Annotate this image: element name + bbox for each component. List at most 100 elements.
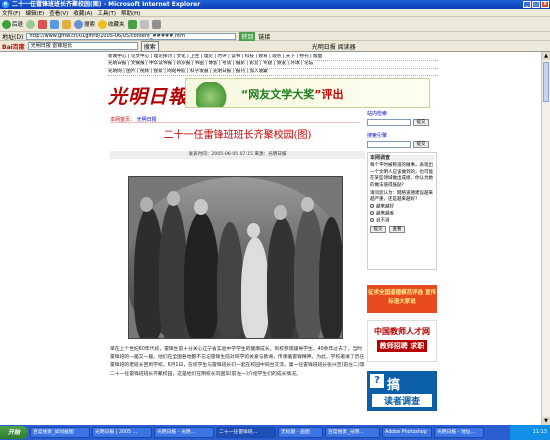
scroll-thumb[interactable] bbox=[543, 62, 549, 102]
nav-row[interactable]: 光明日报 | 文摘报 | 中华读书报 | 新京报 | 书画 | 博客 | 考试 … bbox=[108, 61, 438, 69]
question-mark-icon: ? bbox=[370, 374, 384, 388]
scroll-down-icon[interactable]: ▼ bbox=[542, 417, 550, 425]
close-button[interactable]: x bbox=[541, 1, 549, 8]
window-controls: _ □ x bbox=[523, 1, 549, 8]
site-search-submit[interactable]: 提交 bbox=[413, 119, 429, 126]
favorites-button[interactable]: 收藏夹 bbox=[98, 19, 125, 29]
top-navigation: 新闻中心 | 论文中心 | 理论探讨 | 文化 | 卫生 | 理论 | 时评 |… bbox=[108, 54, 438, 77]
back-button[interactable]: 后退 bbox=[2, 19, 23, 29]
links-button[interactable]: 链接 bbox=[258, 32, 270, 41]
taskbar-item[interactable]: 百度搜索_如何截图 bbox=[30, 427, 90, 438]
site-search-box: 站内检索 提交 bbox=[367, 110, 437, 126]
back-arrow-icon bbox=[2, 19, 11, 29]
baidu-search-input[interactable]: 光明日报 雷锋班长 bbox=[27, 42, 138, 50]
baidu-toolbar: Bai百度 光明日报 雷锋班长 搜索 光明日报 阅读器 bbox=[0, 40, 550, 52]
banner-ad[interactable]: “网友文学大奖”评出 bbox=[185, 78, 430, 108]
article-photo bbox=[128, 176, 343, 339]
mail-icon bbox=[139, 19, 149, 29]
menu-file[interactable]: 文件(F) bbox=[2, 9, 20, 17]
address-label: 地址(D) bbox=[2, 33, 24, 41]
taskbar-item[interactable]: 百度搜索_光明... bbox=[325, 427, 380, 438]
radio-icon[interactable] bbox=[370, 203, 374, 208]
nav-row[interactable]: 光明网 | 图片 | 视频 | 搜索 | 网站导航 | 科学发展 | 光明日报 … bbox=[108, 69, 438, 77]
history-icon bbox=[127, 19, 137, 29]
refresh-button[interactable] bbox=[50, 19, 60, 29]
go-button[interactable]: 转到 bbox=[239, 31, 256, 41]
home-icon bbox=[62, 19, 72, 29]
search-button[interactable]: 搜索 bbox=[74, 19, 95, 29]
survey-option[interactable]: 越来越好 bbox=[370, 203, 434, 211]
scroll-up-icon[interactable]: ▲ bbox=[542, 52, 550, 60]
survey-question: 请问您认为：网络道德建设越来越严重，还是越来越好？ bbox=[370, 191, 433, 203]
forward-button[interactable] bbox=[26, 19, 36, 29]
nav-row[interactable]: 新闻中心 | 论文中心 | 理论探讨 | 文化 | 卫生 | 理论 | 时评 |… bbox=[108, 54, 438, 62]
engine-search-box: 搜索引擎 提交 bbox=[367, 132, 437, 148]
site-search-input[interactable] bbox=[367, 119, 411, 126]
ad2-title: 中国教师人才网 bbox=[374, 326, 430, 336]
banner-text: “网友文学大奖”评出 bbox=[241, 88, 344, 101]
forward-arrow-icon bbox=[26, 19, 36, 29]
survey-submit-button[interactable]: 提交 bbox=[370, 225, 386, 233]
baidu-extra-link[interactable]: 光明日报 阅读器 bbox=[312, 42, 356, 51]
system-tray-clock[interactable]: 11:13 bbox=[510, 425, 550, 440]
menu-favorites[interactable]: 收藏(A) bbox=[73, 9, 92, 17]
survey-intro: 每个平时被称道的做事，表现出一个文明人应该做到的，也可能在某些领域做出成绩、你认… bbox=[370, 163, 433, 188]
history-button[interactable] bbox=[127, 19, 137, 29]
print-button[interactable] bbox=[151, 19, 161, 29]
taskbar-item[interactable]: Adobe Photoshop bbox=[382, 427, 432, 438]
taskbar: 开始 百度搜索_如何截图 光明日报 | 2005 ... 光明日报 - 光明..… bbox=[0, 425, 550, 440]
radio-icon[interactable] bbox=[370, 217, 374, 222]
search-icon bbox=[74, 19, 84, 29]
site-search-title: 站内检索 bbox=[367, 111, 388, 117]
article-headline: 二十一任雷锋班班长齐聚校园(图) bbox=[163, 130, 312, 141]
window-title: 二十一任雷锋班班长齐聚校园(图) - Microsoft Internet Ex… bbox=[12, 1, 201, 8]
engine-search-submit[interactable]: 提交 bbox=[413, 141, 429, 148]
moral-model-ad[interactable]: 征求全国道德模范评选 宣传标语大家说 bbox=[367, 285, 437, 313]
ad3-big-text: 搞 bbox=[387, 378, 401, 393]
breadcrumb: 本网首页： 光明日报 bbox=[110, 116, 360, 123]
address-input[interactable]: http://www.gmw.cn/01gmrb/2005-06/05/cont… bbox=[26, 32, 237, 40]
menu-view[interactable]: 查看(V) bbox=[49, 9, 68, 17]
toolbar: 后退 搜索 收藏夹 bbox=[0, 17, 550, 32]
taskbar-item[interactable]: 光明日报 - 光明... bbox=[154, 427, 214, 438]
teacher-talent-ad[interactable]: 中国教师人才网 教师招聘 求职 bbox=[367, 320, 437, 362]
refresh-icon bbox=[50, 19, 60, 29]
survey-box: 本网调查 每个平时被称道的做事，表现出一个文明人应该做到的，也可能在某些领域做出… bbox=[367, 152, 437, 270]
baidu-search-button[interactable]: 搜索 bbox=[140, 40, 159, 52]
survey-option[interactable]: 说不清 bbox=[370, 217, 434, 225]
site-logo[interactable]: 光明日報 bbox=[108, 82, 188, 109]
star-icon bbox=[98, 19, 108, 29]
print-icon bbox=[151, 19, 161, 29]
radio-icon[interactable] bbox=[370, 210, 374, 215]
address-bar: 地址(D) http://www.gmw.cn/01gmrb/2005-06/0… bbox=[0, 31, 550, 41]
engine-search-input[interactable] bbox=[367, 141, 411, 148]
stop-icon bbox=[38, 19, 48, 29]
survey-option[interactable]: 越来越差 bbox=[370, 210, 434, 218]
survey-title: 本网调查 bbox=[370, 155, 434, 162]
taskbar-item-active[interactable]: 二十一任雷锋班... bbox=[216, 427, 276, 438]
stop-button[interactable] bbox=[38, 19, 48, 29]
menu-bar: 文件(F) 编辑(E) 查看(V) 收藏(A) 工具(T) 帮助(H) bbox=[0, 9, 550, 17]
breadcrumb-link[interactable]: 光明日报 bbox=[137, 117, 157, 123]
menu-help[interactable]: 帮助(H) bbox=[121, 9, 140, 17]
menu-edit[interactable]: 编辑(E) bbox=[25, 9, 44, 17]
article-meta: 发表时间：2005-06-05 07:15 来源：光明日报 bbox=[110, 151, 365, 159]
maximize-button[interactable]: □ bbox=[532, 1, 540, 8]
baidu-logo[interactable]: Bai百度 bbox=[2, 42, 25, 51]
home-button[interactable] bbox=[62, 19, 72, 29]
ie-logo-icon: e bbox=[2, 1, 9, 8]
taskbar-item[interactable]: 光明日报 - 地址... bbox=[434, 427, 484, 438]
mail-button[interactable] bbox=[139, 19, 149, 29]
ad3-small-text: 读者调查 bbox=[372, 394, 432, 407]
plant-illustration bbox=[196, 82, 232, 107]
ad2-subtitle: 教师招聘 求职 bbox=[376, 340, 428, 352]
start-button[interactable]: 开始 bbox=[0, 426, 28, 439]
reader-survey-ad[interactable]: ? 搞 读者调查 bbox=[367, 371, 437, 411]
survey-view-button[interactable]: 查看 bbox=[389, 225, 405, 233]
menu-tools[interactable]: 工具(T) bbox=[97, 9, 116, 17]
vertical-scrollbar[interactable]: ▲ ▼ bbox=[541, 52, 550, 425]
taskbar-item[interactable]: 光明日报 | 2005 ... bbox=[92, 427, 152, 438]
minimize-button[interactable]: _ bbox=[523, 1, 531, 8]
web-page: 新闻中心 | 论文中心 | 理论探讨 | 文化 | 卫生 | 理论 | 时评 |… bbox=[0, 52, 541, 425]
taskbar-item[interactable]: 无标题 - 画图 bbox=[278, 427, 323, 438]
